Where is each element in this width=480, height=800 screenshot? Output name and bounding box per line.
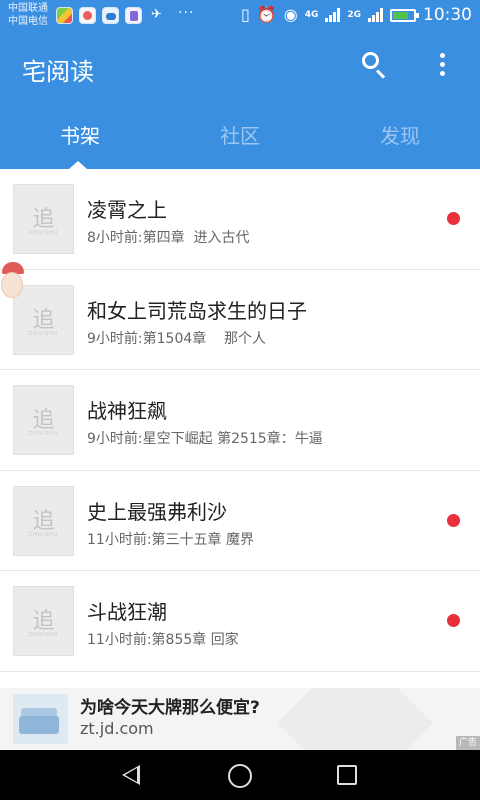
- search-icon-handle: [375, 69, 386, 79]
- status-bar: 中国联通 中国电信 ✈ ··· ▯ ⏰ ◉ 4G 2G 10:30: [0, 0, 480, 30]
- search-button[interactable]: [358, 48, 390, 80]
- book-row[interactable]: 追 ZHUISHU 斗战狂潮 11小时前:第855章 回家: [0, 571, 480, 672]
- search-icon: [362, 52, 379, 69]
- book-title: 史上最强弗利沙: [87, 499, 227, 524]
- book-cover: 追 ZHUISHU: [13, 184, 74, 254]
- back-button[interactable]: [122, 765, 140, 785]
- carrier-info: 中国联通 中国电信: [8, 2, 48, 28]
- book-update-info: 9小时前:第1504章 那个人: [87, 330, 267, 347]
- book-cover: 追 ZHUISHU: [13, 586, 74, 656]
- book-row[interactable]: 追 ZHUISHU 凌霄之上 8小时前:第四章 进入古代: [0, 169, 480, 270]
- book-title: 战神狂飙: [87, 399, 167, 423]
- cover-caption: ZHUISHU: [28, 531, 59, 538]
- sofa-image: [19, 716, 59, 734]
- ad-title: 为啥今天大牌那么便宜?: [80, 698, 260, 718]
- signal-2g-icon: [368, 8, 383, 22]
- cover-caption: ZHUISHU: [28, 431, 59, 437]
- tab-bookshelf[interactable]: 书架: [0, 118, 160, 154]
- book-row[interactable]: 追 ZHUISHU 史上最强弗利沙 11小时前:第三十五章 魔界: [0, 471, 480, 571]
- carrier-2: 中国电信: [8, 16, 48, 27]
- app-notification-icon: [102, 7, 119, 24]
- unread-dot: [447, 513, 460, 527]
- notification-icons: ✈: [56, 7, 165, 24]
- ad-url: zt.jd.com: [80, 719, 154, 738]
- avatar: [1, 272, 23, 298]
- ad-banner[interactable]: 为啥今天大牌那么便宜? zt.jd.com 广告: [0, 688, 480, 750]
- ad-image: [13, 694, 68, 744]
- eye-comfort-icon: ◉: [283, 5, 298, 24]
- overflow-menu-button[interactable]: [428, 48, 456, 80]
- system-icons: ▯ ⏰ ◉ 4G 2G 10:30: [241, 5, 472, 25]
- home-button[interactable]: [228, 764, 252, 788]
- tab-indicator: [69, 161, 87, 169]
- book-row[interactable]: 追 ZHUISHU 和女上司荒岛求生的日子 9小时前:第1504章 那个人: [0, 270, 480, 370]
- alarm-icon: ⏰: [256, 5, 277, 24]
- network-2g-label: 2G: [347, 9, 361, 20]
- cover-caption: ZHUISHU: [28, 632, 59, 638]
- navigation-bar: [0, 750, 480, 800]
- book-update-info: 8小时前:第四章 进入古代: [87, 230, 250, 246]
- battery-icon: [390, 8, 419, 22]
- tab-community[interactable]: 社区: [160, 118, 320, 154]
- book-title: 斗战狂潮: [87, 600, 167, 624]
- carrier-1: 中国联通: [8, 3, 48, 14]
- more-notifications-icon: ···: [178, 5, 195, 21]
- book-title: 凌霄之上: [87, 198, 167, 222]
- ad-badge: 广告: [455, 736, 480, 750]
- more-vertical-icon: [439, 70, 445, 76]
- unread-dot: [447, 212, 460, 225]
- cover-caption: ZHUISHU: [28, 330, 59, 337]
- vibrate-icon: ▯: [240, 5, 250, 24]
- recent-apps-button[interactable]: [337, 765, 357, 785]
- battery-fill: [393, 11, 409, 19]
- tab-discover[interactable]: 发现: [320, 118, 480, 154]
- more-vertical-icon: [439, 52, 445, 58]
- unread-dot: [447, 614, 460, 627]
- book-cover: 追 ZHUISHU: [13, 385, 74, 455]
- app-bar: 宅阅读 书架 社区 发现: [0, 30, 480, 169]
- signal-4g-icon: [325, 8, 341, 22]
- app-notification-icon: [79, 7, 96, 24]
- app-notification-icon: [56, 7, 73, 24]
- book-title: 和女上司荒岛求生的日子: [87, 298, 307, 323]
- cover-logo: 追: [32, 508, 55, 534]
- book-list: 追 ZHUISHU 凌霄之上 8小时前:第四章 进入古代 追 ZHUISHU 和…: [0, 169, 480, 672]
- book-update-info: 11小时前:第三十五章 魔界: [87, 531, 254, 548]
- book-update-info: 9小时前:星空下崛起 第2515章：牛逼: [87, 431, 323, 447]
- cover-caption: ZHUISHU: [28, 230, 59, 236]
- app-notification-icon: [125, 7, 142, 24]
- tab-bar: 书架 社区 发现: [0, 118, 480, 154]
- bird-notification-icon: ✈: [151, 7, 162, 22]
- clock: 10:30: [423, 5, 472, 25]
- book-cover: 追 ZHUISHU: [13, 485, 74, 556]
- cover-logo: 追: [32, 609, 55, 634]
- app-title: 宅阅读: [22, 58, 94, 86]
- more-vertical-icon: [439, 61, 445, 67]
- network-4g-label: 4G: [304, 9, 319, 20]
- book-update-info: 11小时前:第855章 回家: [87, 632, 239, 648]
- cover-logo: 追: [32, 207, 55, 232]
- cover-logo: 追: [32, 408, 55, 433]
- book-row[interactable]: 追 ZHUISHU 战神狂飙 9小时前:星空下崛起 第2515章：牛逼: [0, 370, 480, 471]
- cover-logo: 追: [32, 307, 55, 333]
- floating-avatar-widget[interactable]: [0, 262, 26, 302]
